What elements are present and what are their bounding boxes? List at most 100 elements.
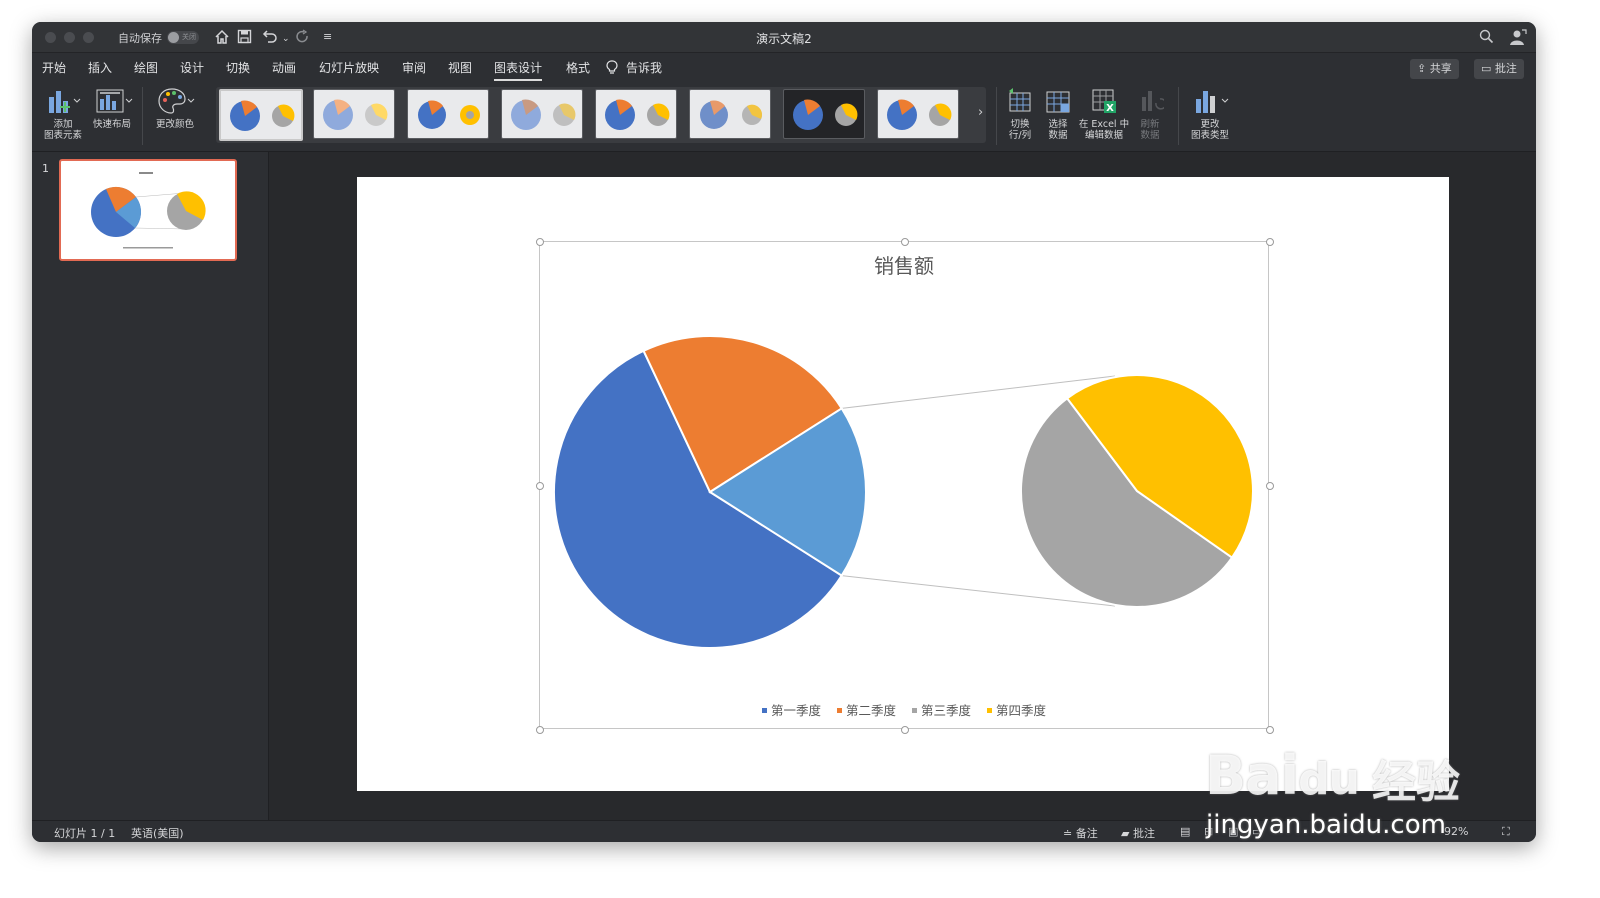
tab-chart-design[interactable]: 图表设计 [494,59,543,81]
switch-row-column-label-1: 切换 [1010,119,1030,130]
chart-style-8[interactable] [877,89,959,139]
switch-row-column-button[interactable]: 切换 行/列 [1000,87,1040,141]
change-colors-button[interactable]: 更改颜色 [150,87,200,130]
document-title: 演示文稿2 [756,32,812,46]
title-bar: 自动保存 关闭 ⌄ ≡ 演示文稿2 [32,22,1536,53]
comment-icon: ▭ [1481,62,1495,75]
quick-layout-button[interactable]: 快速布局 [88,87,136,130]
notes-label: 备注 [1075,827,1098,840]
legend-label: 第二季度 [845,703,896,718]
share-button[interactable]: ⇪ 共享 [1410,59,1459,79]
chart-style-preview [700,100,762,129]
slideshow-view-icon[interactable]: ▭ [1252,825,1262,838]
change-chart-type-label-2: 图表类型 [1190,130,1229,141]
ribbon-separator [996,87,997,145]
select-data-button[interactable]: 选择 数据 [1040,87,1076,141]
status-comments-button[interactable]: ▰ 批注 [1121,825,1155,841]
comments-button[interactable]: ▭ 批注 [1474,59,1524,79]
legend-swatch [836,708,842,713]
search-icon[interactable] [1479,29,1494,44]
tab-home[interactable]: 开始 [42,59,66,76]
select-data-icon [1046,91,1070,113]
gallery-next-chevron-icon[interactable]: › [978,105,983,120]
chart-styles-gallery [216,87,986,143]
tab-slideshow[interactable]: 幻灯片放映 [319,59,379,76]
change-colors-label: 更改颜色 [155,119,194,130]
chart-style-preview [418,100,480,129]
quick-layout-icon [96,89,133,113]
change-chart-type-label-1: 更改 [1200,119,1220,130]
slide-thumbnail[interactable] [59,159,237,261]
tab-transitions[interactable]: 切换 [226,59,250,76]
ribbon-chart-design: 添加 图表元素 快速布局 更改颜色 › 切换 行/列 选择 数据 X 在 Exc… [32,81,1536,152]
refresh-data-label-2: 数据 [1140,130,1160,141]
notes-button[interactable]: ≐ 备注 [1063,825,1098,841]
tell-me-search[interactable]: 告诉我 [626,59,662,76]
comment-icon: ▰ [1121,827,1133,840]
tab-insert[interactable]: 插入 [88,59,112,76]
chart-object[interactable]: 销售额 第一季度 第二季度 第三季度 第四季度 [536,238,1274,734]
quick-layout-label: 快速布局 [92,119,131,130]
chart-style-7[interactable] [783,89,865,139]
zoom-level[interactable]: 92% [1444,825,1468,838]
add-chart-element-button[interactable]: 添加 图表元素 [40,87,86,141]
tab-animations[interactable]: 动画 [272,59,296,76]
share-label: 共享 [1429,62,1452,75]
ribbon-separator [142,87,143,145]
legend-swatch [911,708,917,713]
select-data-label-1: 选择 [1048,119,1068,130]
chart-style-preview [887,99,952,130]
legend-item: 第一季度 [761,700,821,719]
chart-style-2[interactable] [313,89,395,139]
tab-format[interactable]: 格式 [566,59,590,76]
refresh-data-icon [1142,91,1164,111]
add-chart-element-icon [49,91,81,113]
edit-in-excel-button[interactable]: X 在 Excel 中 编辑数据 [1076,87,1132,141]
chart-style-3[interactable] [407,89,489,139]
tab-review[interactable]: 审阅 [402,59,426,76]
legend-label: 第四季度 [995,703,1046,718]
chart-style-preview [230,100,295,131]
refresh-data-button[interactable]: 刷新 数据 [1132,87,1168,141]
chart-legend[interactable]: 第一季度 第二季度 第三季度 第四季度 [540,700,1268,719]
slides-panel: 1 [32,152,269,820]
ribbon-separator [1178,87,1179,145]
slide-thumbnail-preview [91,172,206,249]
ribbon-tabs: 开始 插入 绘图 设计 切换 动画 幻灯片放映 审阅 视图 图表设计 格式 告诉… [32,53,1536,81]
notes-icon: ≐ [1063,827,1076,840]
language-indicator[interactable]: 英语(美国) [131,825,184,841]
normal-view-icon[interactable]: ▤ [1180,825,1190,838]
comments-label: 批注 [1494,62,1517,75]
slide-editor: 销售额 第一季度 第二季度 第三季度 第四季度 [269,152,1536,820]
edit-in-excel-label-2: 编辑数据 [1084,130,1123,141]
chart-style-preview [323,99,388,130]
legend-swatch [986,708,992,713]
tab-design[interactable]: 设计 [180,59,204,76]
tab-view[interactable]: 视图 [448,59,472,76]
slide-sorter-icon[interactable]: ⊞ [1204,825,1213,838]
slide-count: 幻灯片 1 / 1 [54,827,116,840]
share-icon: ⇪ [1417,62,1430,75]
switch-row-column-label-2: 行/列 [1008,130,1032,141]
palette-icon [158,88,195,114]
tab-draw[interactable]: 绘图 [134,59,158,76]
legend-item: 第三季度 [911,700,971,719]
change-chart-type-button[interactable]: 更改 图表类型 [1184,87,1236,141]
chart-style-6[interactable] [689,89,771,139]
excel-icon: X [1092,89,1116,114]
legend-item: 第二季度 [836,700,896,719]
slide-number: 1 [42,162,49,175]
legend-label: 第一季度 [770,703,821,718]
chart-style-4[interactable] [501,89,583,139]
account-icon[interactable] [1509,29,1527,46]
add-chart-element-label-2: 图表元素 [43,130,82,141]
lightbulb-icon [606,60,618,74]
chart-style-5[interactable] [595,89,677,139]
reading-view-icon[interactable]: ▣ [1228,825,1238,838]
pie-of-pie-chart [553,335,1254,649]
fit-to-window-icon[interactable]: ⛶ [1502,825,1510,839]
app-window: 自动保存 关闭 ⌄ ≡ 演示文稿2 开始 插入 绘图 设计 切换 动画 幻灯片放… [32,22,1536,842]
slide-canvas: 销售额 第一季度 第二季度 第三季度 第四季度 [357,177,1449,791]
chart-style-preview [793,99,858,130]
chart-style-1[interactable] [219,89,303,141]
